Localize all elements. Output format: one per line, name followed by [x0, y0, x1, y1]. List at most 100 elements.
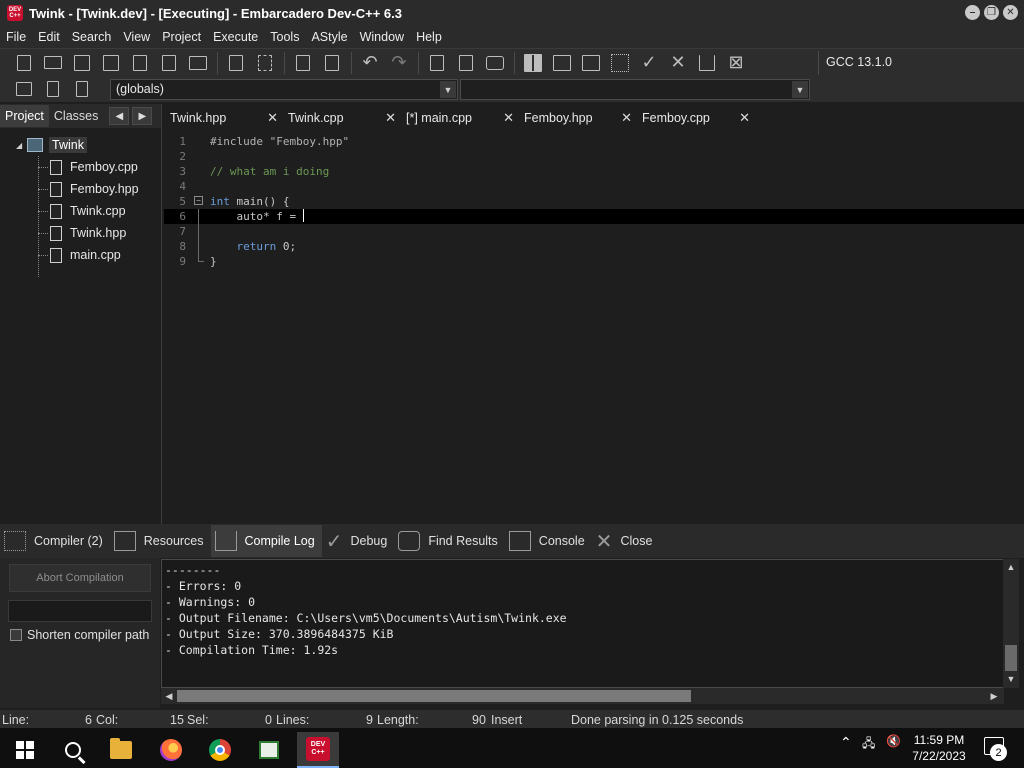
- tab-debug[interactable]: ✓ Debug: [322, 525, 395, 557]
- tab-twink-hpp[interactable]: Twink.hpp ✕: [164, 106, 282, 130]
- scroll-thumb[interactable]: [1005, 645, 1017, 671]
- menu-window[interactable]: Window: [354, 30, 410, 44]
- close-file-button[interactable]: [128, 51, 152, 75]
- checkbox-icon[interactable]: [10, 629, 22, 641]
- syntax-check-button[interactable]: ✓: [637, 51, 661, 75]
- tab-console[interactable]: Console: [505, 525, 592, 557]
- tree-file-twink-cpp[interactable]: Twink.cpp: [0, 200, 161, 222]
- rebuild-button[interactable]: [608, 51, 632, 75]
- insert-button[interactable]: [12, 77, 36, 101]
- undo-button[interactable]: ↶: [358, 51, 382, 75]
- add-to-project-button[interactable]: [425, 51, 449, 75]
- tab-compile-log[interactable]: Compile Log: [210, 525, 322, 557]
- menu-edit[interactable]: Edit: [32, 30, 66, 44]
- minimize-icon[interactable]: –: [965, 5, 980, 20]
- tab-find-results[interactable]: Find Results: [394, 525, 504, 557]
- menu-search[interactable]: Search: [66, 30, 118, 44]
- code-line-current[interactable]: 6 auto* f =: [164, 209, 1024, 224]
- menu-file[interactable]: File: [0, 30, 32, 44]
- log-horizontal-scrollbar[interactable]: ◀ ▶: [161, 688, 1004, 704]
- tree-file-twink-hpp[interactable]: Twink.hpp: [0, 222, 161, 244]
- close-icon[interactable]: ✕: [1003, 5, 1018, 20]
- member-dropdown[interactable]: ▼: [460, 79, 810, 100]
- taskbar-clock[interactable]: 11:59 PM 7/22/2023: [906, 732, 972, 764]
- scroll-down-icon[interactable]: ▼: [1004, 672, 1018, 686]
- compiler-selector[interactable]: GCC 13.1.0: [818, 51, 1018, 75]
- tree-file-femboy-cpp[interactable]: Femboy.cpp: [0, 156, 161, 178]
- code-line[interactable]: 9}: [164, 254, 1024, 269]
- stop-execution-button[interactable]: ✕: [666, 51, 690, 75]
- scroll-left-icon[interactable]: ◀: [162, 689, 176, 703]
- scroll-thumb[interactable]: [177, 690, 691, 702]
- code-line[interactable]: 8 return 0;: [164, 239, 1024, 254]
- run-button[interactable]: [550, 51, 574, 75]
- scroll-right-icon[interactable]: ▶: [987, 689, 1001, 703]
- start-button[interactable]: [4, 732, 46, 768]
- compile-run-button[interactable]: [579, 51, 603, 75]
- code-area[interactable]: 1 #include "Femboy.hpp" 2 3 // what am i d…: [164, 130, 1024, 269]
- remove-from-project-button[interactable]: [454, 51, 478, 75]
- menu-view[interactable]: View: [117, 30, 156, 44]
- file-explorer-button[interactable]: [100, 732, 142, 768]
- open-button[interactable]: [41, 51, 65, 75]
- code-line[interactable]: 7: [164, 224, 1024, 239]
- network-icon[interactable]: 🖧: [862, 734, 875, 755]
- fold-minus-icon[interactable]: −: [194, 196, 203, 205]
- close-icon[interactable]: ✕: [739, 110, 750, 126]
- indent-button[interactable]: [291, 51, 315, 75]
- compile-button[interactable]: [521, 51, 545, 75]
- code-line[interactable]: 4: [164, 179, 1024, 194]
- compile-log-output[interactable]: -------- - Errors: 0 - Warnings: 0 - Output…: [161, 559, 1004, 688]
- menu-tools[interactable]: Tools: [264, 30, 305, 44]
- find-button[interactable]: [224, 51, 248, 75]
- tab-classes[interactable]: Classes: [49, 105, 103, 127]
- notepad-button[interactable]: [248, 732, 290, 768]
- restore-icon[interactable]: ❐: [984, 5, 999, 20]
- close-icon[interactable]: ✕: [267, 110, 278, 126]
- goto-bookmark-button[interactable]: [70, 77, 94, 101]
- profile-button[interactable]: [695, 51, 719, 75]
- search-button[interactable]: [52, 732, 94, 768]
- redo-button[interactable]: ↷: [387, 51, 411, 75]
- tab-main-cpp[interactable]: [*] main.cpp ✕: [400, 106, 518, 130]
- chevron-up-icon[interactable]: ⌃: [840, 734, 852, 751]
- chevron-left-icon[interactable]: ◀: [109, 107, 130, 125]
- menu-help[interactable]: Help: [410, 30, 448, 44]
- collapse-triangle-icon[interactable]: ◢: [16, 141, 24, 150]
- chevron-right-icon[interactable]: ▶: [132, 107, 153, 125]
- code-line[interactable]: 2: [164, 149, 1024, 164]
- close-icon[interactable]: ✕: [621, 110, 632, 126]
- code-line[interactable]: 3 // what am i doing: [164, 164, 1024, 179]
- scope-dropdown[interactable]: (globals) ▼: [110, 79, 458, 100]
- tab-femboy-cpp[interactable]: Femboy.cpp ✕: [636, 106, 754, 130]
- menu-astyle[interactable]: AStyle: [305, 30, 353, 44]
- tree-file-femboy-hpp[interactable]: Femboy.hpp: [0, 178, 161, 200]
- chrome-button[interactable]: [199, 732, 241, 768]
- tree-project-root[interactable]: ◢ Twink: [0, 134, 161, 156]
- scroll-up-icon[interactable]: ▲: [1004, 560, 1018, 574]
- menu-project[interactable]: Project: [156, 30, 207, 44]
- tab-twink-cpp[interactable]: Twink.cpp ✕: [282, 106, 400, 130]
- close-icon[interactable]: ✕: [503, 110, 514, 126]
- log-vertical-scrollbar[interactable]: ▲ ▼: [1003, 559, 1019, 688]
- tab-close[interactable]: ✕ Close: [592, 525, 660, 557]
- close-icon[interactable]: ✕: [385, 110, 396, 126]
- volume-muted-icon[interactable]: 🔇: [886, 734, 901, 748]
- tab-project[interactable]: Project: [0, 105, 49, 127]
- project-options-button[interactable]: [483, 51, 507, 75]
- tab-femboy-hpp[interactable]: Femboy.hpp ✕: [518, 106, 636, 130]
- shorten-path-checkbox[interactable]: Shorten compiler path: [10, 628, 149, 642]
- tab-resources[interactable]: Resources: [110, 525, 211, 557]
- tab-compiler[interactable]: Compiler (2): [0, 525, 110, 557]
- delete-profile-button[interactable]: ⊠: [724, 51, 748, 75]
- code-line[interactable]: 1 #include "Femboy.hpp": [164, 134, 1024, 149]
- close-all-button[interactable]: [157, 51, 181, 75]
- save-button[interactable]: [70, 51, 94, 75]
- code-line[interactable]: 5− int main() {: [164, 194, 1024, 209]
- save-all-button[interactable]: [99, 51, 123, 75]
- toggle-bookmark-button[interactable]: [41, 77, 65, 101]
- chevron-down-icon[interactable]: ▼: [440, 81, 456, 98]
- tree-file-main-cpp[interactable]: main.cpp: [0, 244, 161, 266]
- new-file-button[interactable]: [12, 51, 36, 75]
- unindent-button[interactable]: [320, 51, 344, 75]
